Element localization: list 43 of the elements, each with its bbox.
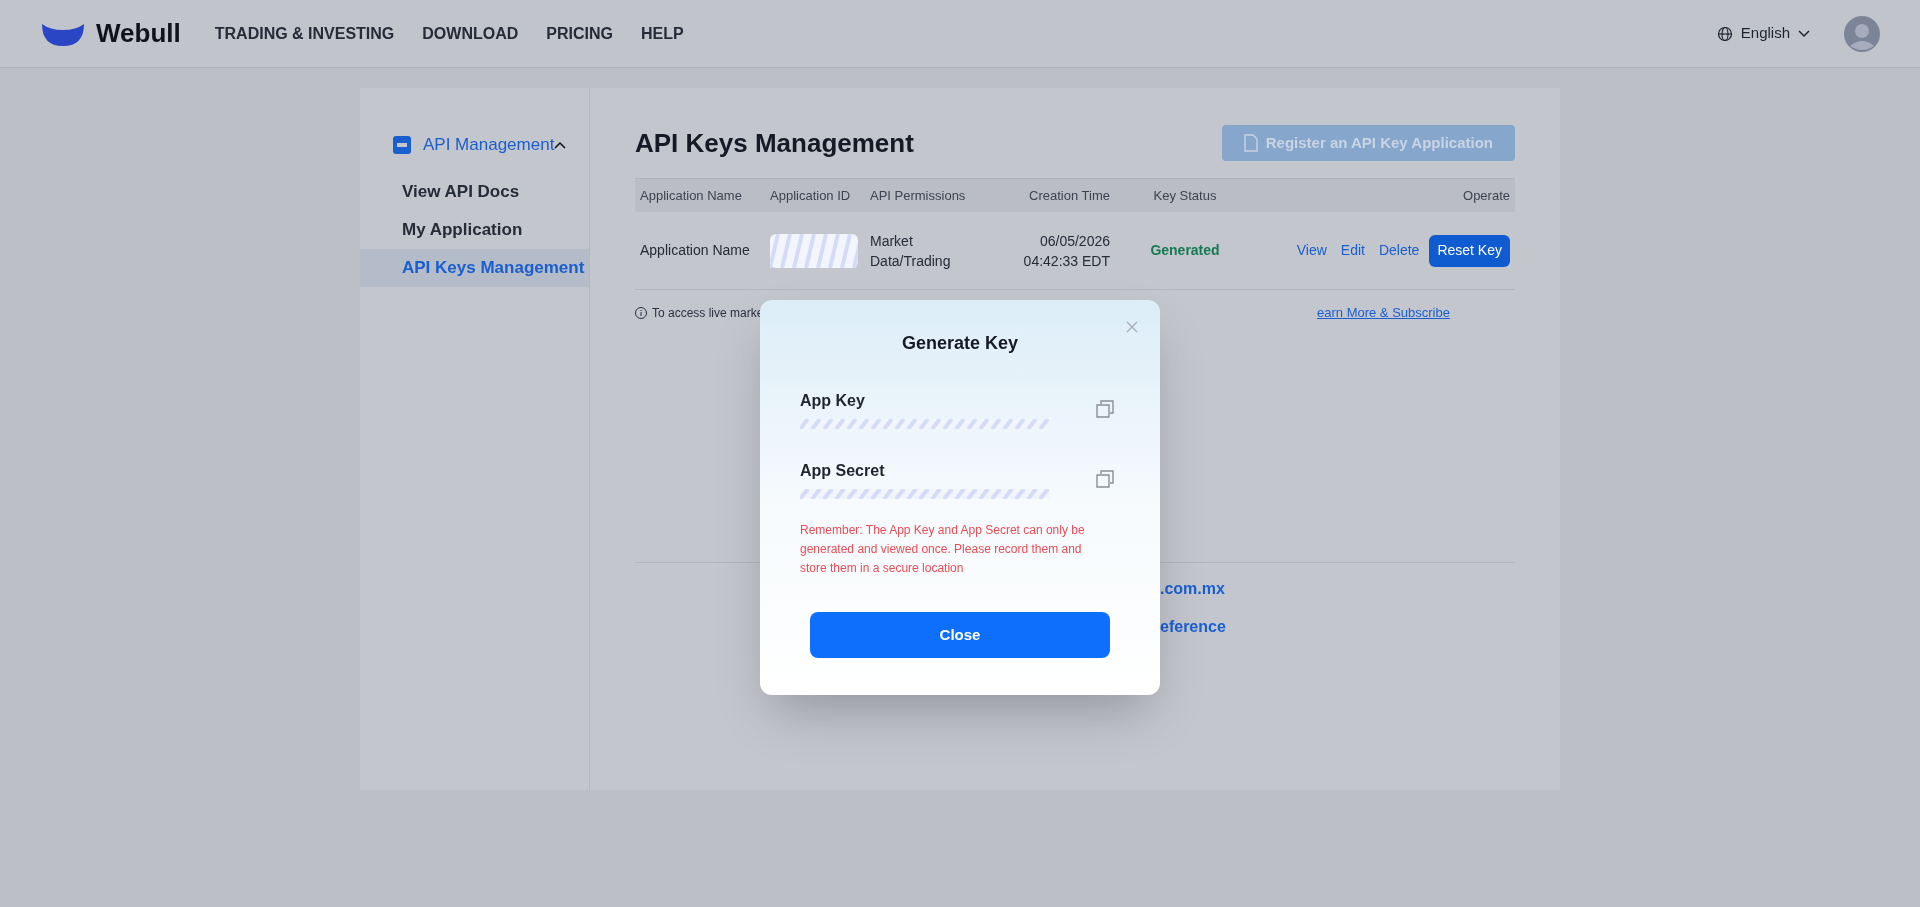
- reset-key-button[interactable]: Reset Key: [1429, 234, 1510, 267]
- nav-link[interactable]: DOWNLOAD: [422, 21, 519, 46]
- field-label: App Secret: [800, 461, 886, 481]
- nav-link[interactable]: PRICING: [546, 21, 613, 46]
- language-selector[interactable]: English: [1716, 22, 1810, 45]
- logo-text: Webull: [96, 17, 181, 50]
- column-header: Key Status: [1152, 186, 1218, 205]
- nav-link[interactable]: TRADING & INVESTING: [214, 21, 395, 46]
- action-link[interactable]: Delete: [1378, 240, 1420, 261]
- dialog-title: Generate Key: [900, 332, 1020, 355]
- column-header: Creation Time: [1028, 186, 1110, 205]
- language-label: English: [1740, 23, 1790, 44]
- sidebar-item[interactable]: View API Docs: [360, 173, 589, 211]
- avatar-icon[interactable]: [1844, 15, 1880, 52]
- footer-link[interactable]: eference: [1160, 615, 1515, 639]
- subscribe-link[interactable]: earn More & Subscribe: [1317, 303, 1450, 323]
- table-cell-text: Application Name: [640, 241, 751, 260]
- table-cell-text: 06/05/2026 04:42:33 EDT: [1022, 231, 1110, 271]
- sidebar-item[interactable]: My Application: [360, 211, 589, 249]
- sidebar-item[interactable]: API Keys Management: [360, 249, 589, 287]
- action-link[interactable]: Edit: [1340, 240, 1365, 261]
- globe-icon: [1716, 25, 1733, 42]
- table-cell-text: Market Data/Trading: [870, 231, 952, 271]
- close-button[interactable]: Close: [810, 612, 1110, 658]
- close-icon[interactable]: [1126, 321, 1138, 333]
- column-header: Operate: [1462, 186, 1510, 205]
- chevron-down-icon: [1798, 29, 1810, 38]
- info-icon: [635, 307, 647, 319]
- copy-icon[interactable]: [1095, 399, 1115, 419]
- sidebar-group-header[interactable]: API Management: [360, 133, 589, 157]
- action-link[interactable]: View: [1296, 240, 1327, 261]
- column-header: Application Name: [640, 186, 743, 205]
- column-header: Application ID: [770, 186, 852, 205]
- page-title: API Keys Management: [635, 126, 914, 160]
- status-text: Generated: [1149, 241, 1221, 260]
- footer-link[interactable]: .com.mx: [1160, 577, 1515, 601]
- api-icon: [393, 136, 411, 154]
- copy-icon[interactable]: [1095, 469, 1115, 489]
- document-icon: [1243, 134, 1258, 152]
- nav-link[interactable]: HELP: [640, 21, 684, 46]
- warning-text: Remember: The App Key and App Secret can only be generated and viewed once. Please record them and store them in a secure location: [800, 522, 1086, 577]
- field-label: App Key: [800, 391, 866, 411]
- column-header: API Permissions: [870, 186, 967, 205]
